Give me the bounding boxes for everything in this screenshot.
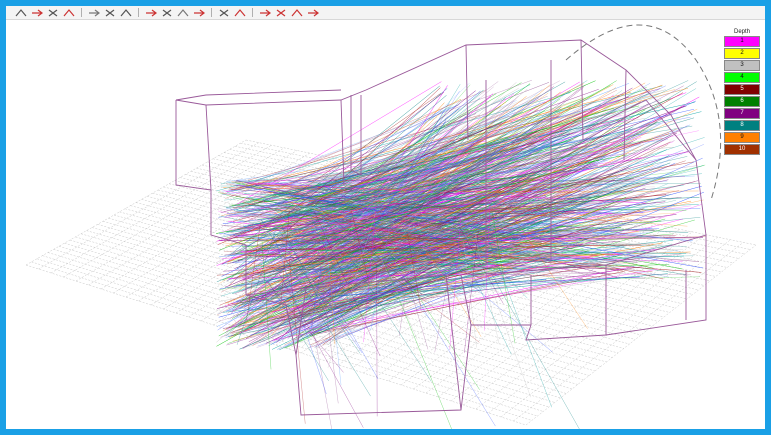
reflect-icon (194, 9, 205, 16)
reflect-button[interactable] (192, 8, 206, 18)
grid-icon (219, 9, 229, 16)
legend-title: Depth (733, 29, 750, 35)
legend-item-8: 8 (724, 120, 760, 131)
toolbar-separator (252, 8, 253, 17)
3d-viewport[interactable] (6, 20, 765, 429)
wire-button[interactable] (233, 8, 247, 18)
ray-button[interactable] (176, 8, 190, 18)
legend-item-2: 2 (724, 48, 760, 59)
ray-trace-scene (25, 24, 757, 429)
view-top-icon (105, 9, 115, 16)
last-button[interactable] (306, 8, 320, 18)
wall-edge-1 (205, 104, 212, 191)
next-button[interactable] (274, 8, 288, 18)
view-front-icon (89, 9, 100, 16)
arrow-left-icon (260, 9, 271, 16)
ray-icon (177, 8, 189, 16)
toolbar-separator (81, 8, 82, 17)
legend-item-5: 5 (724, 84, 760, 95)
depth-legend: Depth 1 2 3 4 5 6 7 8 9 10 (724, 28, 760, 156)
first-icon (291, 8, 303, 16)
room-top-edge (175, 89, 342, 101)
legend-item-3: 3 (724, 60, 760, 71)
app-window: Depth 1 2 3 4 5 6 7 8 9 10 (6, 6, 765, 429)
rotate-icon (15, 8, 27, 16)
legend-item-4: 4 (724, 72, 760, 83)
select-tool-button[interactable] (62, 8, 76, 18)
source-icon (146, 9, 157, 16)
toolbar-separator (211, 8, 212, 17)
first-button[interactable] (290, 8, 304, 18)
pan-tool-button[interactable] (46, 8, 60, 18)
legend-item-1: 1 (724, 36, 760, 47)
arrow-right-icon (276, 9, 286, 16)
source-button[interactable] (144, 8, 158, 18)
wall-edge-2 (340, 99, 345, 186)
rotate-tool-button[interactable] (14, 8, 28, 18)
legend-item-7: 7 (724, 108, 760, 119)
pointer-icon (63, 8, 75, 16)
receiver-button[interactable] (160, 8, 174, 18)
zoom-icon (32, 9, 43, 16)
legend-item-6: 6 (724, 96, 760, 107)
view-side-button[interactable] (119, 8, 133, 18)
prev-button[interactable] (258, 8, 272, 18)
view-side-icon (120, 8, 132, 16)
ray-paths (215, 79, 706, 429)
grid-button[interactable] (217, 8, 231, 18)
view-top-button[interactable] (103, 8, 117, 18)
view-front-button[interactable] (87, 8, 101, 18)
toolbar (6, 6, 765, 20)
pan-icon (48, 9, 58, 16)
legend-item-10: 10 (724, 144, 760, 155)
legend-item-9: 9 (724, 132, 760, 143)
toolbar-separator (138, 8, 139, 17)
wireframe-icon (234, 8, 246, 16)
last-icon (308, 9, 319, 16)
zoom-tool-button[interactable] (30, 8, 44, 18)
receiver-icon (162, 9, 172, 16)
